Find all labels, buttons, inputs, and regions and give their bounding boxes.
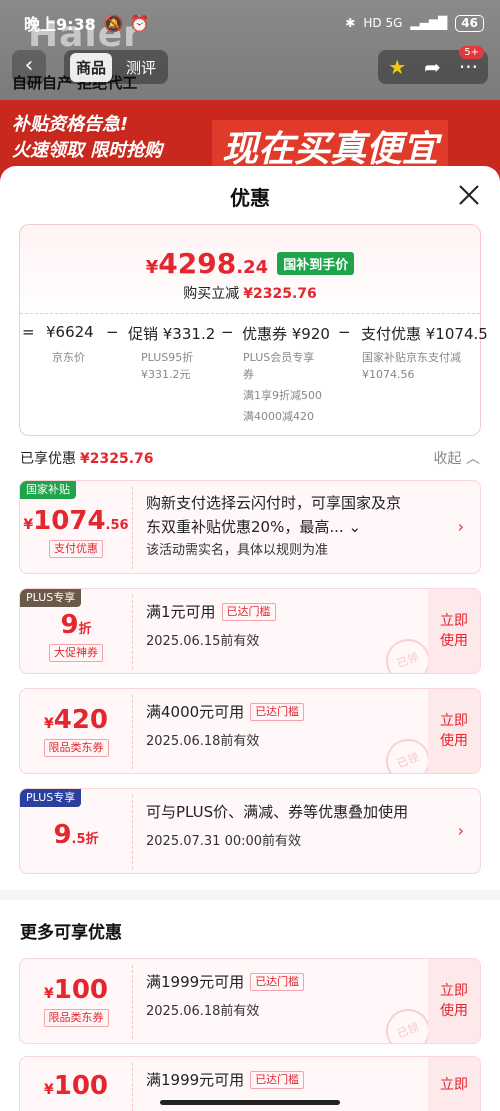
chevron-up-icon: ︿ (466, 451, 480, 467)
expand-chevron-icon[interactable]: ⌄ (348, 518, 361, 536)
threshold-badge: 已达门槛 (221, 602, 276, 621)
breakdown-payment: 支付优惠 ¥1074.5 (361, 325, 488, 343)
coupon-expiry: 2025.06.18前有效 (146, 1004, 260, 1019)
tab-review[interactable]: 测评 (120, 53, 162, 82)
promo-alert: 补贴资格告急! 火速领取 限时抢购 (12, 114, 163, 161)
plus-discount-coupon: PLUS专享 9折 大促神券 满1元可用 已达门槛 2025.06.15前有效 已… (19, 588, 481, 674)
breakdown-promo: 促销 ¥331.2 (128, 325, 216, 343)
coupon-condition: 满4000元可用 (146, 703, 245, 721)
price-summary-card: ¥4298.24 国补到手价 购买立减 ¥2325.76 = ¥6624 京东价 … (19, 224, 488, 436)
back-arrow-icon: ‹ (24, 53, 34, 78)
battery-indicator: 46 (455, 14, 484, 32)
network-label: HD 5G (363, 16, 403, 30)
nav-tabs: 商品 测评 (64, 50, 169, 84)
breakdown-op: = (22, 323, 35, 341)
use-now-button[interactable]: 立即 使用 (428, 589, 480, 673)
discount-sheet: 优惠 ¥4298.24 国补到手价 购买立减 ¥2325.76 = ¥6624 京… (0, 166, 500, 1111)
breakdown-op: − (338, 323, 351, 341)
coupon-value: ¥100 (43, 975, 109, 1005)
threshold-badge: 已达门槛 (250, 1070, 305, 1089)
subsidy-coupon[interactable]: 国家补贴 ¥1074.56 支付优惠 购新支付选择云闪付时，可享国家及京 东双重… (19, 480, 481, 574)
coupon-kind: 支付优惠 (49, 540, 103, 558)
breakdown-op: − (221, 323, 234, 341)
threshold-badge: 已达门槛 (250, 702, 305, 721)
home-indicator[interactable] (160, 1100, 340, 1105)
coupon-expiry: 2025.06.15前有效 (146, 634, 260, 649)
signal-icon: ▂▄▆█ (410, 16, 448, 30)
section-divider (0, 890, 500, 900)
threshold-badge: 已达门槛 (250, 972, 305, 991)
sheet-title: 优惠 (230, 186, 270, 210)
coupon-expiry: 2025.07.31 00:00前有效 (146, 834, 302, 849)
coupon-kind: 限品类东券 (43, 739, 109, 757)
use-now-button[interactable]: 立即 使用 (428, 689, 480, 773)
bluetooth-icon: ✱ (345, 16, 356, 30)
coupon-value: 9.5折 (53, 820, 99, 850)
coupon-condition: 满1999元可用 (146, 973, 245, 991)
coupon-value: 9折 (60, 610, 92, 640)
coupon-value: ¥100 (43, 1071, 109, 1101)
back-button[interactable]: ‹ (12, 50, 46, 84)
close-icon[interactable] (454, 180, 484, 210)
price-tag-badge: 国补到手价 (277, 252, 355, 275)
chevron-right-icon: › (457, 821, 464, 840)
coupon-kind: 大促神券 (49, 644, 103, 662)
alarm-icon: ⏰ (129, 13, 150, 33)
collapse-button[interactable]: 收起 ︿ (434, 448, 480, 468)
coupon-condition: 满1999元可用 (146, 1071, 245, 1089)
breakdown-op: − (106, 323, 119, 341)
category-coupon: ¥420 限品类东券 满4000元可用 已达门槛 2025.06.18前有效 已领… (19, 688, 481, 774)
plus-price-coupon[interactable]: PLUS专享 9.5折 可与PLUS价、满减、券等优惠叠加使用 2025.07.… (19, 788, 481, 874)
use-now-button[interactable]: 立即 (428, 1057, 480, 1111)
coupon-value: ¥420 (43, 705, 109, 735)
more-discounts-title: 更多可享优惠 (20, 923, 122, 943)
total-reduction: 购买立减 ¥2325.76 (183, 286, 317, 302)
coupon-condition: 满1元可用 (146, 603, 216, 621)
more-coupon: ¥100 限品类东券 满1999元可用 已达门槛 2025.06.18前有效 已领… (19, 958, 481, 1044)
promo-slogan: 现在买真便宜 (212, 120, 449, 172)
message-badge: 5+ (459, 46, 484, 59)
coupon-desc: 购新支付选择云闪付时，可享国家及京 (146, 494, 402, 512)
status-bar: 晚上9:38 🔕 ⏰ ✱ HD 5G ▂▄▆█ 46 (0, 0, 500, 46)
favorite-star-icon[interactable]: ★ (388, 55, 406, 79)
breakdown-jd-price: ¥6624 (46, 323, 94, 341)
chevron-right-icon: › (457, 517, 464, 536)
status-time: 晚上9:38 (24, 15, 96, 34)
mute-icon: 🔕 (103, 13, 124, 33)
tab-product[interactable]: 商品 (70, 52, 113, 82)
coupon-value: ¥1074.56 (23, 506, 129, 536)
share-icon[interactable]: ➦ (424, 55, 441, 79)
use-now-button[interactable]: 立即 使用 (428, 959, 480, 1043)
final-price: ¥4298.24 (145, 247, 269, 280)
coupon-expiry: 2025.06.18前有效 (146, 734, 260, 749)
coupon-kind: 限品类东券 (43, 1009, 109, 1027)
enjoyed-discount: 已享优惠 ¥2325.76 (20, 451, 154, 467)
coupon-condition: 可与PLUS价、满减、券等优惠叠加使用 (146, 803, 409, 821)
nav-actions: ★ ➦ ··· 5+ (378, 46, 488, 84)
breakdown-coupon: 优惠券 ¥920 (242, 325, 330, 343)
divider (20, 313, 480, 314)
product-nav: ‹ 商品 测评 ★ ➦ ··· 5+ (0, 46, 500, 86)
